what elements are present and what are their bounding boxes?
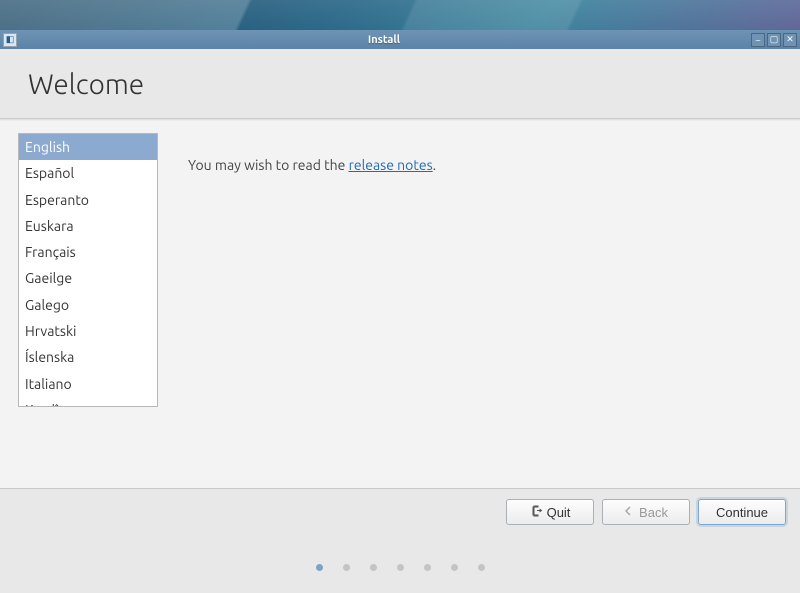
progress-dot [370,564,377,571]
language-item[interactable]: Euskara [19,213,157,239]
quit-button-label: Quit [547,505,571,520]
back-button-label: Back [639,505,668,520]
language-item[interactable]: Español [19,160,157,186]
language-item[interactable]: Gaeilge [19,265,157,291]
welcome-text-prefix: You may wish to read the [188,157,349,173]
language-list[interactable]: EnglishEspañolEsperantoEuskaraFrançaisGa… [18,133,158,407]
progress-dot [451,564,458,571]
window-controls: – ▢ ✕ [751,33,797,47]
quit-icon [530,505,542,519]
language-item[interactable]: Français [19,239,157,265]
release-notes-link[interactable]: release notes [349,157,433,173]
window-title: Install [17,34,751,46]
window-titlebar: ◧ Install – ▢ ✕ [0,30,800,49]
page-title: Welcome [28,69,772,100]
welcome-text: You may wish to read the release notes. [188,133,436,474]
minimize-button[interactable]: – [751,33,765,47]
continue-button-label: Continue [716,505,768,520]
close-button[interactable]: ✕ [783,33,797,47]
installer-header: Welcome [0,49,800,118]
back-icon [624,506,634,518]
language-item[interactable]: Esperanto [19,187,157,213]
back-button[interactable]: Back [602,499,690,525]
progress-dot [424,564,431,571]
progress-dot [397,564,404,571]
progress-dots [0,564,800,571]
welcome-text-suffix: . [433,157,436,173]
language-item[interactable]: English [19,134,157,160]
installer-window: Welcome EnglishEspañolEsperantoEuskaraFr… [0,49,800,593]
progress-dot [478,564,485,571]
language-item[interactable]: Galego [19,292,157,318]
window-app-icon: ◧ [3,33,17,47]
installer-footer: Quit Back Continue [0,489,800,593]
language-item[interactable]: Kurdî [19,397,157,407]
quit-button[interactable]: Quit [506,499,594,525]
continue-button[interactable]: Continue [698,499,786,525]
language-item[interactable]: Italiano [19,371,157,397]
installer-content: EnglishEspañolEsperantoEuskaraFrançaisGa… [0,118,800,489]
progress-dot [316,564,323,571]
maximize-button[interactable]: ▢ [767,33,781,47]
language-item[interactable]: Íslenska [19,344,157,370]
progress-dot [343,564,350,571]
language-item[interactable]: Hrvatski [19,318,157,344]
